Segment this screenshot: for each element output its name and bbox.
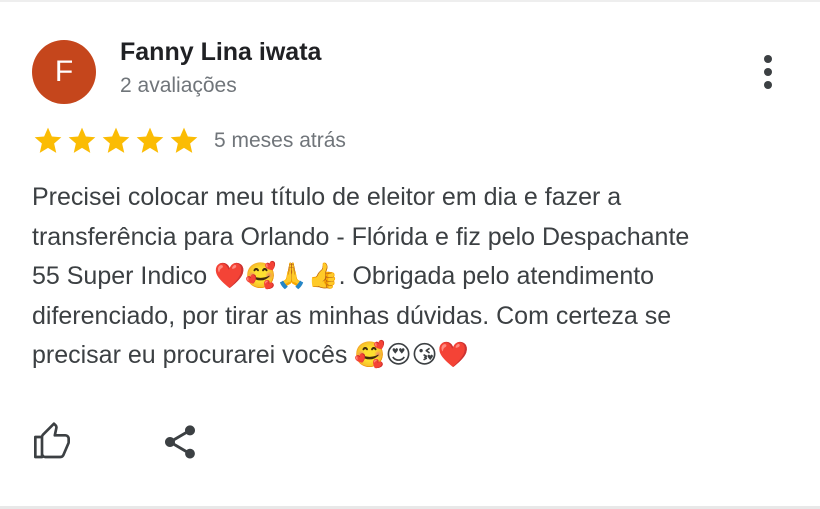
share-button[interactable] (158, 420, 202, 464)
rating-row: 5 meses atrás (32, 124, 346, 158)
avatar-initial: F (54, 55, 74, 88)
star-icon (102, 127, 130, 153)
thumb-up-icon (34, 422, 70, 459)
reviewer-name[interactable]: Fanny Lina iwata (120, 38, 321, 67)
star-icon (34, 127, 62, 153)
review-text: Precisei colocar meu título de eleitor e… (32, 183, 690, 369)
share-icon (165, 425, 195, 459)
like-button[interactable] (30, 420, 74, 464)
star-rating (32, 125, 200, 157)
star-icon (170, 127, 198, 153)
review-count[interactable]: 2 avaliações (120, 74, 237, 98)
more-options-button[interactable] (748, 50, 788, 94)
more-vert-icon (764, 55, 772, 89)
star-icon (68, 127, 96, 153)
avatar[interactable]: F (32, 40, 96, 104)
top-divider (0, 0, 820, 2)
star-icon (136, 127, 164, 153)
review-date: 5 meses atrás (214, 129, 346, 152)
